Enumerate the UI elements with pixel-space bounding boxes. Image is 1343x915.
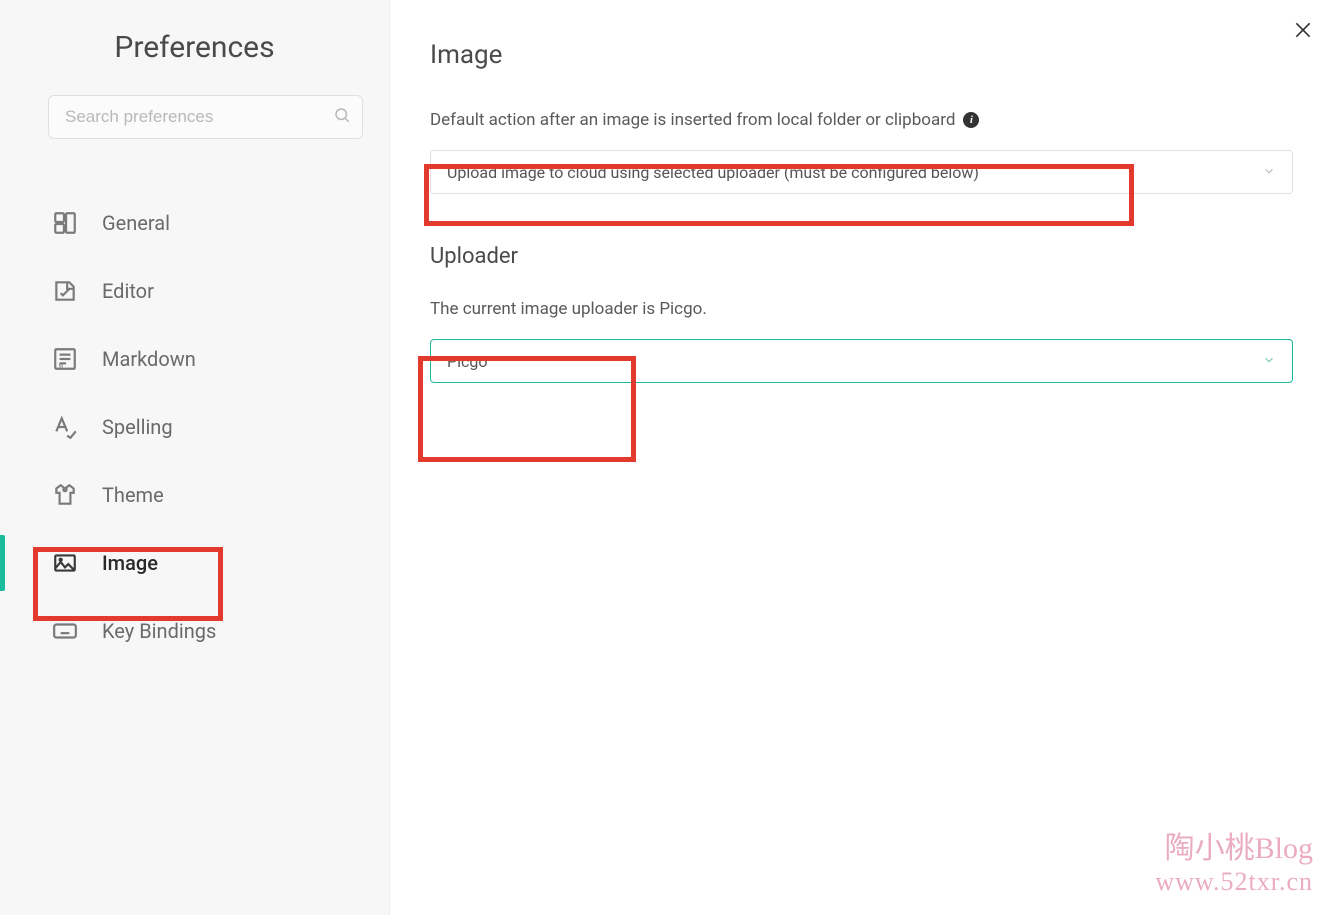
default-action-label-text: Default action after an image is inserte…	[430, 110, 955, 130]
sidebar-item-key-bindings[interactable]: Key Bindings	[0, 597, 389, 665]
svg-text:M: M	[59, 364, 64, 370]
sidebar-item-label: Spelling	[102, 415, 173, 439]
page-title: Image	[430, 40, 1293, 70]
preferences-sidebar: Preferences General Editor	[0, 0, 390, 915]
sidebar-item-spelling[interactable]: Spelling	[0, 393, 389, 461]
sidebar-item-label: Key Bindings	[102, 619, 216, 643]
search-icon	[333, 106, 351, 128]
sidebar-item-general[interactable]: General	[0, 189, 389, 257]
uploader-title: Uploader	[430, 244, 1293, 269]
sidebar-title: Preferences	[0, 30, 389, 65]
sidebar-item-theme[interactable]: Theme	[0, 461, 389, 529]
editor-icon	[52, 278, 78, 304]
search-input[interactable]	[48, 95, 363, 139]
chevron-down-icon	[1262, 352, 1276, 371]
sidebar-item-label: Editor	[102, 279, 154, 303]
sidebar-item-label: General	[102, 211, 170, 235]
search-wrap	[48, 95, 363, 139]
default-action-select[interactable]: Upload image to cloud using selected upl…	[430, 150, 1293, 194]
close-icon	[1293, 20, 1313, 40]
markdown-icon: M	[52, 346, 78, 372]
sidebar-item-image[interactable]: Image	[0, 529, 389, 597]
keyboard-icon	[52, 618, 78, 644]
sidebar-nav: General Editor M Markdown Spelling	[0, 189, 389, 665]
main-panel: Image Default action after an image is i…	[390, 0, 1343, 915]
image-icon	[52, 550, 78, 576]
close-button[interactable]	[1293, 20, 1313, 43]
uploader-current-label: The current image uploader is Picgo.	[430, 299, 1293, 319]
sidebar-item-label: Theme	[102, 483, 164, 507]
sidebar-item-markdown[interactable]: M Markdown	[0, 325, 389, 393]
spelling-icon	[52, 414, 78, 440]
theme-icon	[52, 482, 78, 508]
sidebar-item-label: Markdown	[102, 347, 196, 371]
uploader-select[interactable]: Picgo	[430, 339, 1293, 383]
default-action-value: Upload image to cloud using selected upl…	[447, 163, 979, 182]
general-icon	[52, 210, 78, 236]
info-icon[interactable]: i	[963, 112, 979, 128]
uploader-value: Picgo	[447, 352, 487, 371]
default-action-label: Default action after an image is inserte…	[430, 110, 1293, 130]
chevron-down-icon	[1262, 163, 1276, 182]
sidebar-item-editor[interactable]: Editor	[0, 257, 389, 325]
sidebar-item-label: Image	[102, 551, 158, 575]
